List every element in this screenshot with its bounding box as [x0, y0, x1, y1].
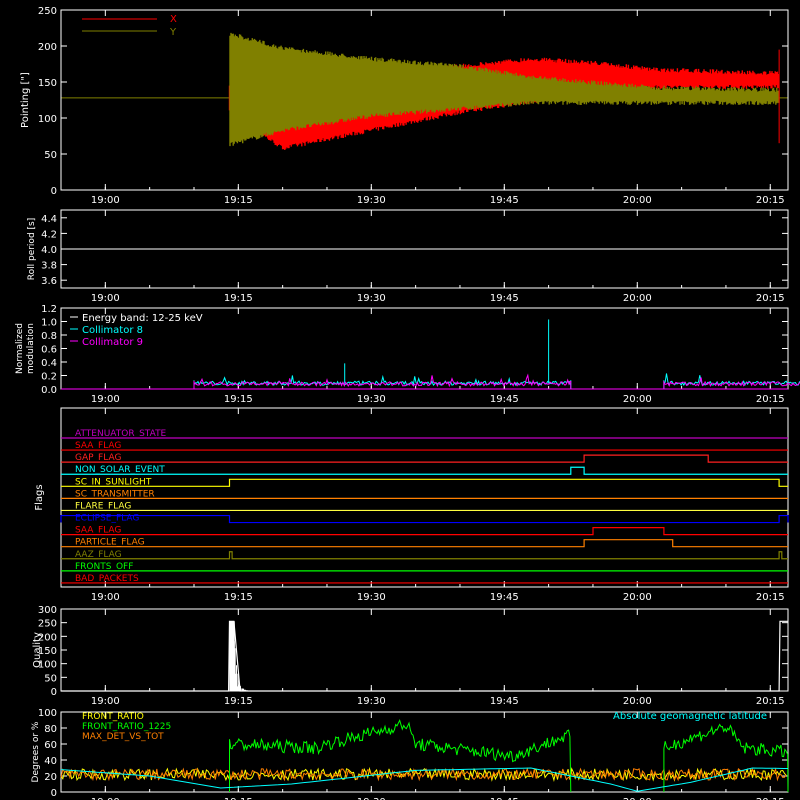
- flags-xtick-label: 20:15: [756, 592, 785, 603]
- flag-label-aaz-flag: AAZ_FLAG: [75, 550, 122, 560]
- roll-xtick-label: 19:00: [91, 293, 120, 304]
- geo-ylabel: Degrees or %: [31, 721, 41, 782]
- roll-xtick-label: 20:15: [756, 293, 785, 304]
- quality-ytick-label: 250: [38, 619, 57, 630]
- flag-label-flare-flag: FLARE_FLAG: [75, 501, 131, 511]
- quality-xtick-label: 19:45: [490, 696, 519, 707]
- flag-label-particle-flag: PARTICLE_FLAG: [75, 538, 145, 548]
- quality-ytick-label: 300: [38, 605, 57, 616]
- quality-ylabel: Quality: [32, 632, 43, 668]
- geo-ytick-label: 0: [51, 788, 57, 799]
- flags-xtick-label: 19:30: [357, 592, 386, 603]
- geo-legend-front-ratio: FRONT_RATIO: [82, 712, 144, 722]
- flags-xtick-label: 20:00: [623, 592, 652, 603]
- flag-label-bad-packets: BAD_PACKETS: [75, 574, 139, 584]
- roll-xtick-label: 19:45: [490, 293, 519, 304]
- quality-ytick-label: 50: [44, 673, 57, 684]
- pointing-ytick-label: 250: [38, 6, 57, 17]
- flag-label-fronts-off: FRONTS_OFF: [75, 562, 133, 572]
- mod-xtick-label: 19:30: [357, 394, 386, 405]
- pointing-xtick-label: 20:15: [756, 195, 785, 206]
- flag-label-saa-flag: SAA_FLAG: [75, 441, 121, 451]
- legend-x-label: X: [170, 14, 177, 25]
- flags-xtick-label: 19:00: [91, 592, 120, 603]
- quality-xtick-label: 19:15: [224, 696, 253, 707]
- roll-ytick-label: 4.0: [41, 245, 57, 256]
- flag-label-sc-in-sunlight: SC_IN_SUNLIGHT: [75, 477, 152, 487]
- flags-xtick-label: 19:45: [490, 592, 519, 603]
- pointing-ytick-label: 100: [38, 114, 57, 125]
- mod-legend-col8: Collimator 8: [82, 325, 143, 336]
- quality-xtick-label: 19:30: [357, 696, 386, 707]
- mod-xtick-label: 19:15: [224, 394, 253, 405]
- geo-legend-max-det: MAX_DET_VS_TOT: [82, 732, 164, 742]
- geo-ytick-label: 80: [44, 724, 57, 735]
- mod-ytick-label: 0.0: [41, 385, 57, 396]
- geo-ytick-label: 60: [44, 740, 57, 751]
- mod-xtick-label: 19:45: [490, 394, 519, 405]
- roll-xtick-label: 20:00: [623, 293, 652, 304]
- roll-ytick-label: 4.2: [41, 229, 57, 240]
- legend-y-label: Y: [169, 27, 177, 38]
- mod-ytick-label: 0.4: [41, 358, 57, 369]
- flag-label-attenuator-state: ATTENUATOR_STATE: [75, 429, 167, 439]
- mod-ylabel-1: Normalized: [15, 323, 25, 374]
- mod-xtick-label: 20:15: [756, 394, 785, 405]
- pointing-xtick-label: 19:15: [224, 195, 253, 206]
- geo-ytick-label: 20: [44, 772, 57, 783]
- flag-label-eclipse-flag: ECLIPSE_FLAG: [75, 514, 139, 524]
- roll-xtick-label: 19:30: [357, 293, 386, 304]
- flag-label-non-solar-event: NON_SOLAR_EVENT: [75, 465, 165, 475]
- pointing-xtick-label: 19:45: [490, 195, 519, 206]
- pointing-xtick-label: 19:30: [357, 195, 386, 206]
- flag-label-gap-flag: GAP_FLAG: [75, 453, 121, 463]
- mod-ytick-label: 1.2: [41, 304, 57, 315]
- roll-ytick-label: 3.6: [41, 276, 57, 287]
- mod-ylabel-2: modulation: [26, 323, 36, 374]
- pointing-ytick-label: 200: [38, 42, 57, 53]
- flags-ylabel: Flags: [34, 484, 45, 510]
- pointing-ytick-label: 150: [38, 78, 57, 89]
- quality-xtick-label: 20:00: [623, 696, 652, 707]
- pointing-ytick-label: 50: [44, 150, 57, 161]
- geo-legend-front-ratio-1225: FRONT_RATIO_1225: [82, 722, 171, 732]
- quality-high-block: [229, 621, 235, 691]
- mod-xtick-label: 20:00: [623, 394, 652, 405]
- geo-ytick-label: 100: [38, 708, 57, 719]
- mod-legend-col9: Collimator 9: [82, 337, 143, 348]
- geo-annotation-latitude: Absolute geomagnetic latitude: [613, 711, 767, 722]
- pointing-ylabel: Pointing ["]: [20, 72, 31, 128]
- flags-xtick-label: 19:15: [224, 592, 253, 603]
- roll-xtick-label: 19:15: [224, 293, 253, 304]
- mod-ytick-label: 0.6: [41, 345, 57, 356]
- pointing-ytick-label: 0: [51, 186, 57, 197]
- roll-ytick-label: 4.4: [41, 214, 57, 225]
- pointing-xtick-label: 20:00: [623, 195, 652, 206]
- mod-ytick-label: 1.0: [41, 318, 57, 329]
- mod-legend-energy: Energy band: 12-25 keV: [82, 313, 203, 324]
- quicklook-figure: 19:0019:1519:3019:4520:0020:1520:3005010…: [0, 0, 800, 800]
- roll-ylabel: Roll period [s]: [27, 218, 37, 280]
- mod-ytick-label: 0.2: [41, 372, 57, 383]
- roll-ytick-label: 3.8: [41, 261, 57, 272]
- quality-ytick-label: 0: [51, 687, 57, 698]
- flag-label-sc-transmitter: SC_TRANSMITTER: [75, 489, 155, 499]
- quality-xtick-label: 20:15: [756, 696, 785, 707]
- pointing-xtick-label: 19:00: [91, 195, 120, 206]
- mod-xtick-label: 19:00: [91, 394, 120, 405]
- flag-label-saa-flag: SAA_FLAG: [75, 526, 121, 536]
- mod-ytick-label: 0.8: [41, 331, 57, 342]
- geo-ytick-label: 40: [44, 756, 57, 767]
- quality-xtick-label: 19:00: [91, 696, 120, 707]
